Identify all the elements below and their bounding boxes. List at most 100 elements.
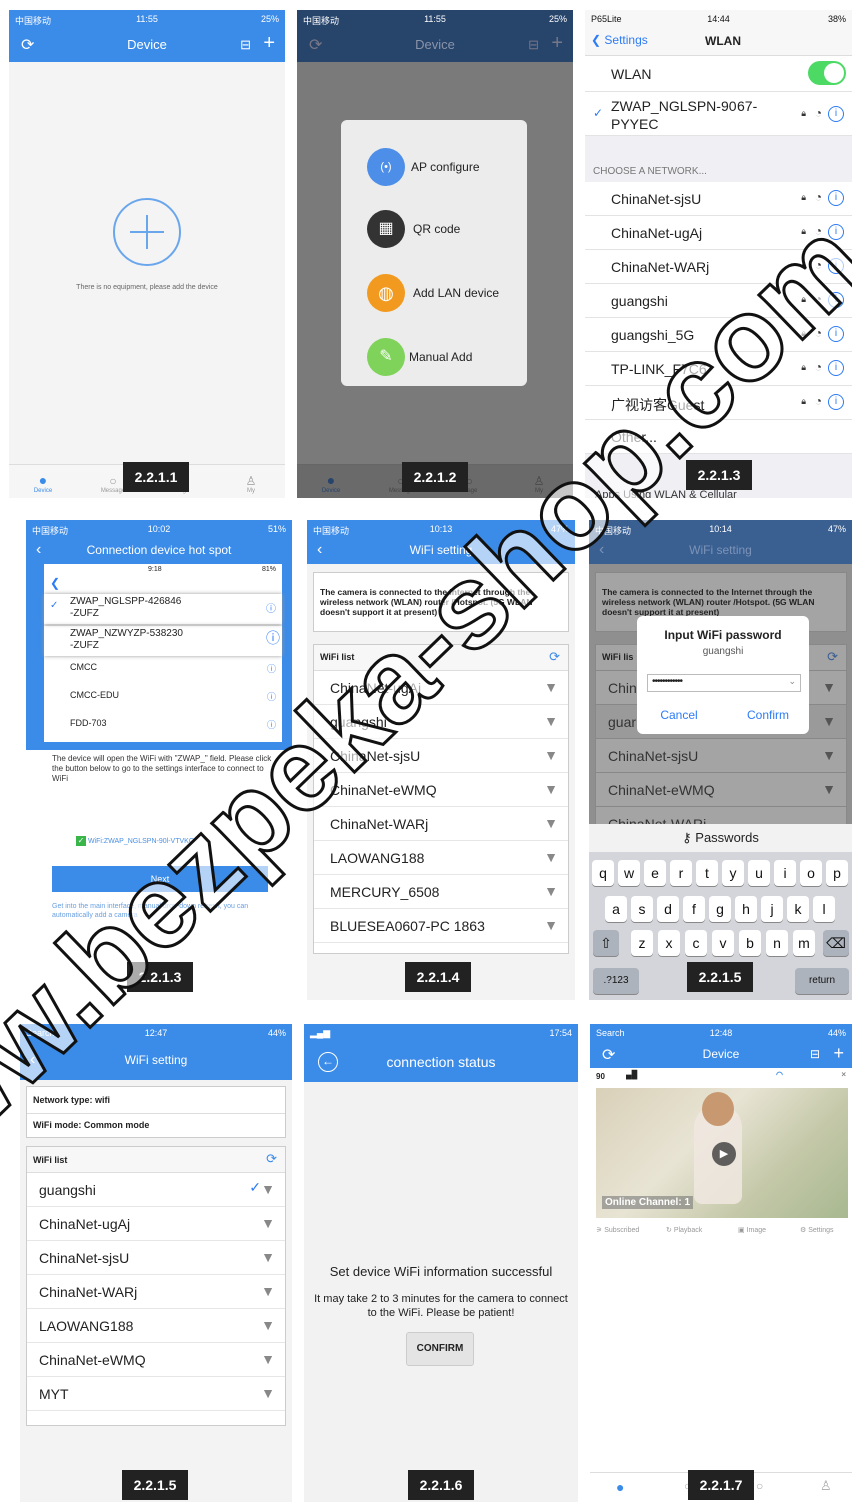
wifi-row[interactable]: ChinaNet-sjsU ▼ (596, 739, 846, 773)
delete-key[interactable]: ⌫ (823, 930, 849, 956)
wifi-row[interactable]: LAOWANG188 ▼ (27, 1309, 285, 1343)
wifi-row[interactable]: BLUESEA0607-PC 1863 ▼ (314, 909, 568, 943)
network-row[interactable]: TP-LINK_F7C6 🔒︎ ◔ i (585, 352, 852, 386)
key-p[interactable]: p (826, 860, 848, 886)
next-button[interactable]: Next (52, 866, 268, 892)
info-icon[interactable]: i (828, 292, 844, 308)
wifi-row[interactable]: LAOWANG188 ▼ (314, 841, 568, 875)
wifi-row[interactable]: MYT ▼ (27, 1377, 285, 1411)
menu-item-manual-add[interactable]: ✎ Manual Add (367, 338, 517, 378)
chevron-left-icon[interactable]: ❮ (50, 576, 60, 590)
info-icon[interactable]: ⓘ (267, 690, 276, 703)
key-d[interactable]: d (657, 896, 679, 922)
add-icon[interactable]: + (263, 32, 275, 55)
other-network-row[interactable]: Other... (585, 420, 852, 454)
key-r[interactable]: r (670, 860, 692, 886)
wlan-toggle[interactable] (808, 61, 846, 85)
key-b[interactable]: b (739, 930, 761, 956)
menu-item-qr-code[interactable]: ▦ QR code (367, 210, 517, 250)
network-row[interactable]: 广视访客Guest 🔒︎ ◔ i (585, 386, 852, 420)
key-g[interactable]: g (709, 896, 731, 922)
camera-preview[interactable]: ▶ Online Channel: 1 (596, 1088, 848, 1218)
inner-network-row[interactable]: ZWAP_NZWYZP-538230 -ZUFZ ⓘ (44, 626, 282, 656)
device-icon[interactable]: ● (616, 1479, 624, 1495)
key-z[interactable]: z (631, 930, 653, 956)
key-x[interactable]: x (658, 930, 680, 956)
refresh-icon[interactable]: ⟳ (266, 1151, 277, 1167)
action-settings[interactable]: ⚙ Settings (800, 1226, 834, 1234)
info-icon[interactable]: ⓘ (266, 628, 280, 648)
network-row[interactable]: guangshi 🔒︎ ◔ i (585, 284, 852, 318)
inner-network-row[interactable]: ✓ ZWAP_NGLSPP-426846 -ZUFZ ⓘ (44, 594, 282, 624)
key-f[interactable]: f (683, 896, 705, 922)
refresh-icon[interactable]: ⟳ (827, 649, 838, 665)
network-row[interactable]: ChinaNet-ugAj 🔒︎ ◔ i (585, 216, 852, 250)
info-icon[interactable]: i (828, 258, 844, 274)
key-i[interactable]: i (774, 860, 796, 886)
scan-icon[interactable]: ⊟ (528, 37, 539, 53)
wifi-row[interactable]: ChinaNet-sjsU ▼ (27, 1241, 285, 1275)
key-l[interactable]: l (813, 896, 835, 922)
add-device-button[interactable] (113, 198, 181, 266)
tab-device[interactable]: ● Device (13, 472, 73, 494)
confirm-button[interactable]: CONFIRM (406, 1332, 474, 1366)
cancel-button[interactable]: Cancel (647, 708, 711, 722)
chevron-down-icon[interactable]: ⌄ (788, 676, 796, 687)
return-key[interactable]: return (795, 968, 849, 994)
image-icon[interactable]: ○ (756, 1479, 763, 1493)
wifi-row[interactable]: ChinaNet-eWMQ ▼ (314, 773, 568, 807)
refresh-icon[interactable]: ⟳ (549, 649, 560, 665)
action-playback[interactable]: ↻ Playback (666, 1226, 702, 1234)
wifi-row[interactable]: MERCURY_6508 ▼ (314, 875, 568, 909)
wifi-checkbox-row[interactable]: ✓ WiFi:ZWAP_NGLSPN-90l-VTVKG (76, 836, 194, 846)
inner-network-row[interactable]: FDD-703 ⓘ (70, 718, 282, 742)
menu-item-add-lan-device[interactable]: ◍ Add LAN device (367, 274, 527, 314)
add-icon[interactable]: + (551, 32, 563, 55)
scan-icon[interactable]: ⊟ (240, 37, 251, 53)
key-h[interactable]: h (735, 896, 757, 922)
info-icon[interactable]: i (828, 394, 844, 410)
play-icon[interactable]: ▶ (712, 1142, 736, 1166)
menu-item-ap-configure[interactable]: (•) AP configure (367, 148, 517, 188)
tab-my[interactable]: ♙ My (509, 474, 569, 494)
numbers-key[interactable]: .?123 (593, 968, 639, 994)
close-icon[interactable]: × (841, 1070, 846, 1079)
back-button[interactable]: ❮ Settings (591, 33, 648, 47)
network-row[interactable]: ChinaNet-sjsU 🔒︎ ◔ i (585, 182, 852, 216)
wifi-row[interactable]: ChinaNet-ugAj ▼ (314, 671, 568, 705)
password-input[interactable]: •••••••••••• ⌄ (647, 674, 801, 692)
user-icon[interactable]: ♙ (820, 1478, 832, 1494)
info-icon[interactable]: i (828, 326, 844, 342)
key-j[interactable]: j (761, 896, 783, 922)
confirm-button[interactable]: Confirm (733, 708, 803, 722)
action-image[interactable]: ▣ Image (738, 1226, 766, 1234)
key-c[interactable]: c (685, 930, 707, 956)
network-row[interactable]: guangshi_5G 🔒︎ ◔ i (585, 318, 852, 352)
connected-network-row[interactable]: ✓ ZWAP_NGLSPN-90 67- PYYEC 🔒︎ ◔ i (585, 92, 852, 136)
wifi-row[interactable]: ChinaNet-WARj ▼ (27, 1275, 285, 1309)
action-subscribed[interactable]: ⚞ Subscribed (596, 1226, 639, 1234)
info-icon[interactable]: ⓘ (266, 600, 276, 615)
inner-network-row[interactable]: CMCC-EDU ⓘ (70, 690, 282, 714)
key-n[interactable]: n (766, 930, 788, 956)
key-v[interactable]: v (712, 930, 734, 956)
info-icon[interactable]: i (828, 190, 844, 206)
key-e[interactable]: e (644, 860, 666, 886)
wifi-row[interactable]: ChinaNet-sjsU ▼ (314, 739, 568, 773)
wifi-row[interactable]: ChinaNet-eWMQ ▼ (27, 1343, 285, 1377)
key-q[interactable]: q (592, 860, 614, 886)
inner-network-row[interactable]: CMCC ⓘ (70, 662, 282, 686)
key-a[interactable]: a (605, 896, 627, 922)
key-k[interactable]: k (787, 896, 809, 922)
network-row[interactable]: ChinaNet-WARj 🔒︎ ◔ i (585, 250, 852, 284)
key-m[interactable]: m (793, 930, 815, 956)
key-u[interactable]: u (748, 860, 770, 886)
wifi-row[interactable]: guangshi ▼ (314, 705, 568, 739)
wifi-row[interactable]: ChinaNet-eWMQ ▼ (596, 773, 846, 807)
add-icon[interactable]: + (833, 1043, 844, 1064)
info-icon[interactable]: i (828, 106, 844, 122)
info-icon[interactable]: i (828, 360, 844, 376)
wifi-row[interactable]: ChinaNet-ugAj ▼ (27, 1207, 285, 1241)
info-icon[interactable]: ⓘ (267, 718, 276, 731)
key-s[interactable]: s (631, 896, 653, 922)
